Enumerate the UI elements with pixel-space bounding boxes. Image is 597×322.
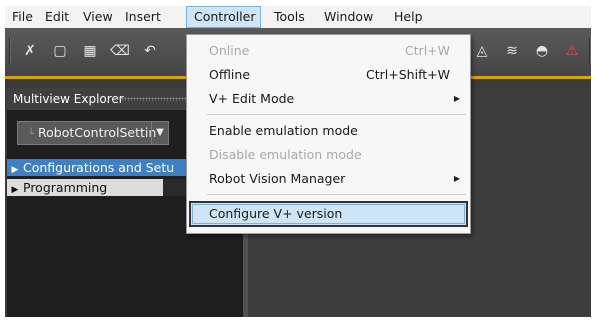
menu-bar: File Edit View Insert Controller Tools W…: [5, 6, 591, 29]
menu-help[interactable]: Help: [389, 6, 428, 28]
application-window: File Edit View Insert Controller Tools W…: [5, 6, 591, 317]
menu-edit[interactable]: Edit: [40, 6, 74, 28]
menu-item-vplus-edit-mode[interactable]: V+ Edit Mode ▶: [187, 87, 470, 111]
paste-icon[interactable]: ▦: [79, 40, 101, 62]
submenu-arrow-icon: ▶: [453, 94, 460, 103]
menu-item-configure-vplus-version[interactable]: Configure V+ version: [187, 202, 470, 226]
controller-menu: Online Ctrl+W Offline Ctrl+Shift+W V+ Ed…: [186, 34, 471, 234]
alert-icon[interactable]: ⚠: [561, 40, 583, 62]
undo-icon[interactable]: ↶: [139, 40, 161, 62]
chevron-down-icon[interactable]: ▼: [151, 122, 168, 144]
tree-item-label: Programming: [23, 180, 108, 195]
menu-view[interactable]: View: [78, 6, 118, 28]
menu-separator: [207, 114, 466, 115]
menu-item-enable-emulation[interactable]: Enable emulation mode: [187, 119, 470, 143]
menu-item-disable-emulation: Disable emulation mode: [209, 147, 362, 162]
copy-icon[interactable]: ▢: [49, 40, 71, 62]
menu-item-offline[interactable]: Offline Ctrl+Shift+W: [187, 63, 470, 87]
device-selector[interactable]: └ RobotControlSettin ▼: [17, 121, 169, 145]
menu-insert[interactable]: Insert: [120, 6, 166, 28]
menu-tools[interactable]: Tools: [269, 6, 310, 28]
submenu-arrow-icon: ▶: [453, 174, 460, 183]
binoculars-icon[interactable]: ◓: [531, 40, 553, 62]
device-selector-value: RobotControlSettin: [38, 125, 157, 140]
toolbar-grip: [9, 38, 11, 64]
tree-item-label: Configurations and Setu: [23, 160, 175, 175]
explorer-grip[interactable]: [115, 97, 187, 101]
menu-window[interactable]: Window: [319, 6, 378, 28]
menu-file[interactable]: File: [7, 6, 38, 28]
menu-separator: [207, 194, 466, 195]
menu-item-online: Online Ctrl+W: [209, 43, 450, 58]
menu-item-robot-vision-manager[interactable]: Robot Vision Manager ▶: [187, 167, 470, 191]
menu-controller[interactable]: Controller: [186, 6, 261, 28]
network-icon[interactable]: ◬: [471, 40, 493, 62]
cut-icon[interactable]: ✗: [19, 40, 41, 62]
device-indicator-icon: └: [28, 129, 35, 140]
expand-arrow-icon[interactable]: ▶: [7, 162, 23, 176]
toolbar-separator: [589, 38, 591, 64]
compare-icon[interactable]: ≋: [501, 40, 523, 62]
delete-icon[interactable]: ⌫: [109, 40, 131, 62]
expand-arrow-icon[interactable]: ▶: [7, 182, 23, 196]
